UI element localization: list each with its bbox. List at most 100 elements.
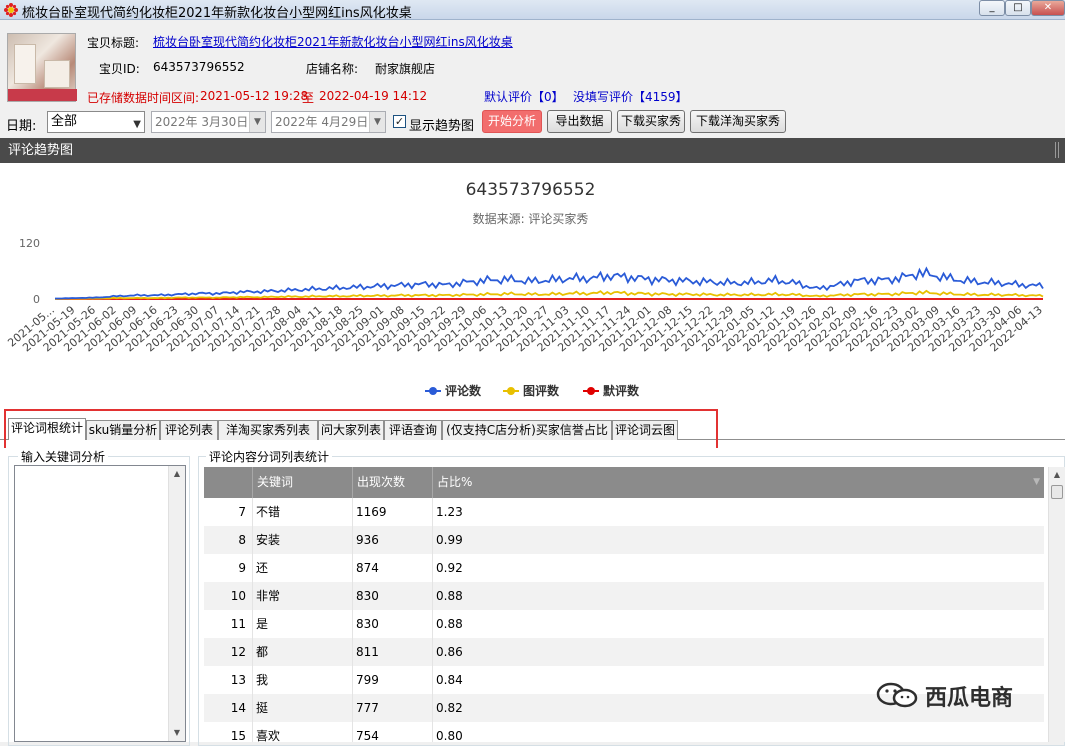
scroll-down-icon[interactable]: ▼ [169,725,185,741]
row-index: 8 [238,533,246,547]
range-end: 2022-04-19 14:12 [319,89,428,103]
row-index: 9 [238,561,246,575]
analysis-tabs: 评论词根统计 sku销量分析 评论列表 洋淘买家秀列表 问大家列表 评语查询 (仅支持C店分… [0,408,1065,451]
table-row[interactable]: 9 还 874 0.92 [204,554,1044,582]
grip-icon[interactable] [1055,142,1059,158]
chevron-down-icon: ▼ [133,119,141,130]
wechat-icon [876,682,918,708]
table-row[interactable]: 7 不错 1169 1.23 [204,498,1044,526]
tabs-highlight-box [4,409,718,451]
window-title: 梳妆台卧室现代简约化妆柜2021年新款化妆台小型网红ins风化妆桌 [22,6,412,21]
product-thumbnail [7,33,77,102]
cell-count: 830 [356,617,379,631]
chevron-down-icon[interactable]: ▼ [369,112,385,132]
column-header-percent-label: 占比% [437,475,473,489]
watermark: 西瓜电商 [875,680,1055,711]
show-trend-label[interactable]: 显示趋势图 [409,115,474,134]
row-index: 13 [230,673,246,687]
column-header-count[interactable]: 出现次数 [352,467,432,498]
cell-percent: 1.23 [436,505,463,519]
legend-marker-2 [587,387,595,395]
default-review-count[interactable]: 默认评价【0】 [484,88,564,105]
range-to: 至 [302,91,315,105]
cell-count: 936 [356,533,379,547]
end-date-picker[interactable]: 2022年 4月29日 ▼ [271,111,386,133]
scroll-thumb[interactable] [1051,485,1063,499]
legend-marker-1 [507,387,515,395]
cell-count: 830 [356,589,379,603]
column-header-percent[interactable]: 占比% ▼ [432,467,1044,498]
chart-title: 643573796552 [466,180,596,200]
cell-keyword: 都 [256,645,269,659]
scroll-up-icon[interactable]: ▲ [169,466,185,482]
column-header-keyword[interactable]: 关键词 [252,467,352,498]
product-header: 宝贝标题: 梳妆台卧室现代简约化妆柜2021年新款化妆台小型网红ins风化妆桌 … [0,21,1065,138]
range-label: 已存储数据时间区间: [87,91,200,105]
cell-keyword: 安装 [256,533,281,547]
cell-keyword: 我 [256,673,269,687]
id-value: 643573796552 [153,60,245,74]
y-tick-label: 0 [33,293,40,306]
date-label: 日期: [6,119,37,134]
table-row[interactable]: 15 喜欢 754 0.80 [204,722,1044,742]
cell-keyword: 非常 [256,589,281,603]
start-date-value: 2022年 3月30日 [155,115,249,129]
export-data-button[interactable]: 导出数据 [547,110,612,133]
chart-subtitle: 数据来源: 评论买家秀 [473,211,589,226]
start-analysis-button[interactable]: 开始分析 [482,110,542,133]
y-tick-label: 120 [19,237,40,250]
cell-keyword: 挺 [256,701,269,715]
keyword-input-list[interactable]: ▲ ▼ [14,465,186,742]
close-button[interactable]: ✕ [1031,0,1065,16]
start-date-picker[interactable]: 2022年 3月30日 ▼ [151,111,266,133]
minimize-button[interactable]: _ [979,0,1005,16]
keyword-input-group-title: 输入关键词分析 [18,448,109,465]
date-range-select[interactable]: 全部 ▼ [47,111,145,133]
scroll-up-icon[interactable]: ▲ [1049,467,1065,483]
table-row[interactable]: 8 安装 936 0.99 [204,526,1044,554]
legend-label-2: 默评数 [603,383,640,398]
title-label: 宝贝标题: [87,36,140,50]
table-header: 关键词 出现次数 占比% ▼ [204,467,1044,498]
unwritten-review-count[interactable]: 没填写评价【4159】 [573,88,688,105]
cell-percent: 0.82 [436,701,463,715]
download-buyer-show-button[interactable]: 下载买家秀 [617,110,685,133]
legend-label-1: 图评数 [523,383,560,398]
trend-section-bar: 评论趋势图 [0,138,1065,163]
cell-keyword: 喜欢 [256,729,281,742]
id-label: 宝贝ID: [99,62,140,76]
cell-percent: 0.86 [436,645,463,659]
control-row: 日期: 全部 ▼ 2022年 3月30日 ▼ 2022年 4月29日 ▼ ✓ 显… [0,110,1065,136]
trend-section-title: 评论趋势图 [8,143,74,158]
cell-percent: 0.92 [436,561,463,575]
download-foreign-buyer-show-button[interactable]: 下载洋淘买家秀 [690,110,786,133]
window-titlebar: 梳妆台卧室现代简约化妆柜2021年新款化妆台小型网红ins风化妆桌 _ □ ✕ [0,0,1065,21]
keyword-list-scrollbar[interactable]: ▲ ▼ [168,466,185,741]
table-row[interactable]: 12 都 811 0.86 [204,638,1044,666]
sort-arrow-icon[interactable]: ▼ [1033,467,1040,498]
cell-count: 777 [356,701,379,715]
row-index: 7 [238,505,246,519]
chevron-down-icon[interactable]: ▼ [249,112,265,132]
row-index: 10 [230,589,246,603]
app-icon [4,3,18,17]
maximize-button[interactable]: □ [1005,0,1031,16]
cell-percent: 0.88 [436,589,463,603]
cell-count: 799 [356,673,379,687]
row-index: 14 [230,701,246,715]
date-range-value: 全部 [51,114,78,129]
cell-keyword: 是 [256,617,269,631]
cell-percent: 0.84 [436,673,463,687]
word-stats-group-title: 评论内容分词列表统计 [206,448,333,465]
cell-percent: 0.80 [436,729,463,742]
show-trend-checkbox[interactable]: ✓ [393,115,406,128]
legend-label-0: 评论数 [445,383,482,398]
table-row[interactable]: 11 是 830 0.88 [204,610,1044,638]
cell-keyword: 还 [256,561,269,575]
product-title-link[interactable]: 梳妆台卧室现代简约化妆柜2021年新款化妆台小型网红ins风化妆桌 [153,33,513,50]
legend-marker-0 [429,387,437,395]
cell-percent: 0.99 [436,533,463,547]
table-row[interactable]: 10 非常 830 0.88 [204,582,1044,610]
cell-count: 874 [356,561,379,575]
cell-count: 754 [356,729,379,742]
